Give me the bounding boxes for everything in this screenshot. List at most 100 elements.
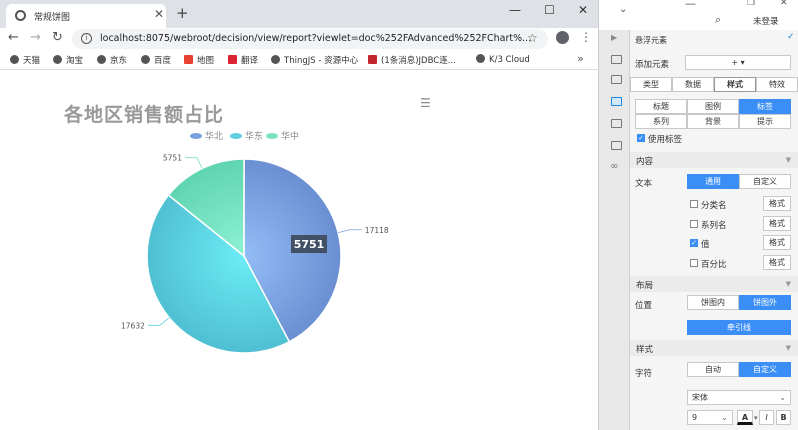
tab-data[interactable]: 数据: [672, 77, 714, 92]
info-icon[interactable]: i: [81, 33, 92, 44]
subtab-title[interactable]: 标题: [635, 99, 687, 114]
minimize-icon[interactable]: —: [685, 0, 696, 10]
percent-checkbox[interactable]: [690, 259, 698, 267]
bookmark-item[interactable]: (1条消息)JDBC连...: [368, 54, 456, 66]
font-color-button[interactable]: A: [737, 410, 753, 425]
profile-icon[interactable]: [556, 31, 569, 44]
data-label-1: 17632: [121, 321, 145, 330]
leader-line-1: [147, 317, 170, 326]
address-bar[interactable]: i localhost:8075/webroot/decision/view/r…: [72, 29, 548, 49]
report-content: 各地区销售额占比 ☰ 华北 华东 华中 17118 17632 5751 5751: [0, 70, 598, 430]
restore-icon[interactable]: ❐: [747, 0, 755, 8]
back-icon[interactable]: ←: [8, 30, 19, 45]
position-outside[interactable]: 饼图外: [739, 295, 791, 310]
italic-button[interactable]: I: [759, 410, 774, 425]
minimize-icon[interactable]: —: [509, 3, 521, 17]
link-icon[interactable]: ∞: [610, 161, 618, 172]
panel-header: 悬浮元素: [635, 36, 667, 45]
bookmark-item[interactable]: K/3 Cloud: [476, 54, 530, 65]
tab-type[interactable]: 类型: [630, 77, 672, 92]
value-checkbox[interactable]: ✓: [690, 239, 698, 247]
color-dropdown-icon[interactable]: ▾: [754, 414, 758, 422]
format-button[interactable]: 格式: [763, 196, 791, 211]
char-custom[interactable]: 自定义: [739, 362, 791, 377]
close-icon[interactable]: ✕: [780, 0, 788, 8]
format-button[interactable]: 格式: [763, 235, 791, 250]
close-tab-icon[interactable]: ✕: [154, 7, 164, 21]
dropdown-icon[interactable]: ⌄: [619, 4, 627, 15]
series-name-checkbox[interactable]: [690, 220, 698, 228]
subtab-tooltip[interactable]: 提示: [739, 114, 791, 129]
globe-icon: [15, 10, 26, 21]
text-option-custom[interactable]: 自定义: [739, 174, 791, 189]
category-name-label: 分类名: [701, 201, 727, 211]
panel-top-bar: ⌄ — ❐ ✕ ⌕ 未登录: [599, 0, 798, 30]
browser-toolbar: ← → ↻ i localhost:8075/webroot/decision/…: [0, 28, 598, 50]
bookmark-item[interactable]: ThingJS - 资源中心: [271, 54, 358, 66]
tab-strip: 常规饼图 ✕ + — ☐ ✕: [0, 0, 598, 28]
subtab-legend[interactable]: 图例: [687, 99, 739, 114]
globe-icon: [53, 55, 62, 64]
section-layout[interactable]: 布局 ▼: [630, 276, 798, 292]
browser-tab[interactable]: 常规饼图 ✕: [6, 4, 166, 28]
format-button[interactable]: 格式: [763, 216, 791, 231]
widget-icon[interactable]: [611, 119, 622, 128]
search-icon[interactable]: ⌕: [715, 13, 721, 27]
pie-chart: 17118 17632 5751 5751: [121, 154, 389, 354]
subtab-series[interactable]: 系列: [635, 114, 687, 129]
bookmark-item[interactable]: 天猫: [10, 54, 40, 66]
data-label-0: 17118: [365, 226, 389, 235]
bookmark-item[interactable]: 翻译: [228, 54, 258, 66]
new-tab-icon[interactable]: +: [176, 4, 189, 22]
bookmark-item[interactable]: 京东: [97, 54, 127, 66]
subtab-label[interactable]: 标签: [739, 99, 791, 114]
bookmark-item[interactable]: 地图: [184, 54, 214, 66]
add-element-button[interactable]: + ▾: [685, 55, 791, 70]
chevron-down-icon: ⌄: [779, 393, 786, 402]
tab-style[interactable]: 样式: [714, 77, 756, 92]
float-element-icon[interactable]: [611, 97, 622, 106]
position-inside[interactable]: 饼图内: [687, 295, 739, 310]
browser-window: 常规饼图 ✕ + — ☐ ✕ ← → ↻ i localhost:8075/we…: [0, 0, 598, 430]
cell-element-icon[interactable]: [611, 75, 622, 84]
maximize-icon[interactable]: ☐: [544, 3, 555, 17]
reload-icon[interactable]: ↻: [52, 30, 63, 45]
collapse-icon: ▼: [785, 156, 791, 164]
close-window-icon[interactable]: ✕: [578, 3, 588, 17]
more-bookmarks-icon[interactable]: »: [577, 52, 584, 65]
tab-title: 常规饼图: [34, 13, 71, 23]
map-icon: [184, 55, 193, 64]
collapse-icon: ▼: [785, 344, 791, 352]
forward-icon[interactable]: →: [30, 30, 41, 45]
char-label: 字符: [635, 369, 653, 379]
leader-line-0: [338, 229, 362, 234]
bookmark-item[interactable]: 百度: [141, 54, 171, 66]
property-panel: ⌄ — ❐ ✕ ⌕ 未登录 ▶ ∞ 悬浮元素 ✓ 添加元素 + ▾ 类型 数据 …: [598, 0, 798, 430]
template-icon[interactable]: [611, 141, 622, 150]
globe-icon: [10, 55, 19, 64]
bookmark-star-icon[interactable]: ☆: [527, 31, 538, 45]
use-label-checkbox[interactable]: ✓: [637, 134, 645, 142]
login-status[interactable]: 未登录: [753, 15, 779, 27]
tooltip-value: 5751: [294, 238, 325, 251]
series-name-label: 系列名: [701, 221, 727, 231]
tab-effect[interactable]: 特效: [756, 77, 798, 92]
format-button[interactable]: 格式: [763, 255, 791, 270]
text-option-general[interactable]: 通用: [687, 174, 739, 189]
leader-line-button[interactable]: 牵引线: [687, 320, 791, 335]
bookmark-item[interactable]: 淘宝: [53, 54, 83, 66]
font-family-select[interactable]: 宋体 ⌄: [687, 390, 791, 405]
cell-attr-icon[interactable]: [611, 55, 622, 64]
data-label-2: 5751: [163, 154, 182, 163]
menu-kebab-icon[interactable]: ⋮: [580, 30, 592, 44]
category-name-checkbox[interactable]: [690, 200, 698, 208]
expand-arrow-icon[interactable]: ▶: [611, 33, 617, 42]
font-size-select[interactable]: 9 ⌄: [687, 410, 733, 425]
subtab-background[interactable]: 背景: [687, 114, 739, 129]
youdao-icon: [228, 55, 237, 64]
section-content[interactable]: 内容 ▼: [630, 152, 798, 168]
char-auto[interactable]: 自动: [687, 362, 739, 377]
bold-button[interactable]: B: [776, 410, 791, 425]
edit-icon[interactable]: ✓: [787, 32, 795, 42]
section-style[interactable]: 样式 ▼: [630, 340, 798, 356]
